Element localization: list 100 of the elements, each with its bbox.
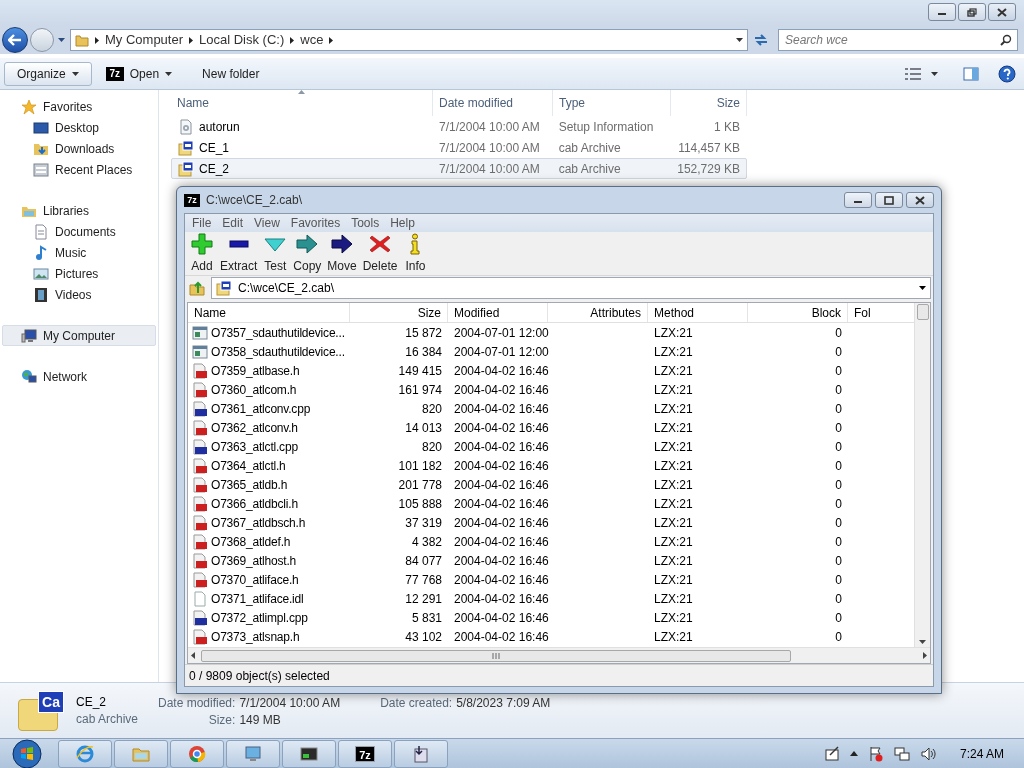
menu-item[interactable]: Help xyxy=(385,214,420,232)
toolbar-button[interactable]: Test xyxy=(260,232,291,275)
column-header[interactable]: Type xyxy=(553,90,671,116)
sort-arrow-icon xyxy=(298,90,305,94)
breadcrumb-item[interactable]: wce xyxy=(300,30,324,50)
toolbar-button[interactable]: Info xyxy=(400,232,431,275)
column-header[interactable]: Block xyxy=(748,303,848,322)
nav-group-item[interactable]: Libraries xyxy=(2,200,156,221)
nav-item[interactable]: Pictures xyxy=(2,263,156,284)
menu-item[interactable]: Favorites xyxy=(285,214,346,232)
horizontal-scrollbar[interactable] xyxy=(188,647,930,663)
arrow-right-icon xyxy=(330,232,355,255)
file-name: O7369_atlhost.h xyxy=(211,552,297,570)
menu-item[interactable]: Edit xyxy=(217,214,249,232)
toolbar-button[interactable]: Delete xyxy=(359,232,401,275)
scroll-thumb[interactable] xyxy=(201,649,791,662)
dropdown-caret-icon xyxy=(736,38,743,42)
help-icon xyxy=(998,64,1016,83)
file-name: O7366_atldbcli.h xyxy=(211,495,298,513)
close-button[interactable] xyxy=(988,3,1016,21)
column-header[interactable]: Method xyxy=(648,303,748,322)
back-button[interactable] xyxy=(2,27,28,53)
menu-item[interactable]: View xyxy=(249,214,285,232)
nav-item[interactable]: Desktop xyxy=(2,117,156,138)
breadcrumb-item[interactable]: My Computer xyxy=(105,30,184,50)
file-row[interactable]: CE_1 7/1/2004 10:00 AM cab Archive 114,457 KB xyxy=(171,137,747,158)
address-bar[interactable]: My Computer Local Disk (C:) wce xyxy=(70,29,748,51)
file-row[interactable]: CE_2 7/1/2004 10:00 AM cab Archive 152,729 KB xyxy=(171,158,747,179)
minimize-button[interactable] xyxy=(844,192,872,208)
restore-button[interactable] xyxy=(958,3,986,21)
taskbar-button[interactable]: 7z xyxy=(338,739,392,768)
column-header[interactable]: Name xyxy=(188,303,350,322)
status-text: 0 / 9809 object(s) selected xyxy=(189,667,330,685)
breadcrumb-item[interactable]: Local Disk (C:) xyxy=(199,30,285,50)
modified-cell-text: 2004-04-02 16:46 xyxy=(453,609,548,627)
nav-group-item[interactable]: Favorites xyxy=(2,96,156,117)
scroll-right-icon[interactable] xyxy=(923,652,927,659)
size-cell-text: 15 872 xyxy=(404,324,443,342)
network-status-icon xyxy=(893,745,910,762)
file-name: O7370_atliface.h xyxy=(211,571,299,589)
nav-item[interactable]: Recent Places xyxy=(2,159,156,180)
path-field[interactable]: C:\wce\CE_2.cab\ xyxy=(211,277,931,299)
close-button[interactable] xyxy=(906,192,934,208)
modified-cell-text: 2004-04-02 16:46 xyxy=(453,495,548,513)
toolbar-button[interactable]: Copy xyxy=(290,232,325,275)
column-header[interactable]: Attributes xyxy=(548,303,648,322)
scroll-down-icon[interactable] xyxy=(919,640,926,644)
file-name: O7368_atldef.h xyxy=(211,533,291,551)
nav-item[interactable]: Downloads xyxy=(2,138,156,159)
toolbar-button[interactable]: Add xyxy=(187,232,217,275)
open-menu[interactable]: 7z Open xyxy=(95,61,183,86)
size-cell-text: 114,457 KB xyxy=(677,139,741,157)
recent-places-icon xyxy=(33,161,49,178)
vertical-scrollbar[interactable] xyxy=(914,303,930,647)
header-file-icon xyxy=(192,476,208,493)
block-cell-text: 0 xyxy=(834,438,843,456)
chevron-right-icon xyxy=(329,36,334,44)
header-file-icon xyxy=(192,381,208,398)
toolbar-button[interactable]: Move xyxy=(324,232,360,275)
file-row[interactable]: autorun 7/1/2004 10:00 AM Setup Information 1 KB xyxy=(171,116,747,137)
file-name: O7360_atlcom.h xyxy=(211,381,297,399)
size-cell-text: 152,729 KB xyxy=(676,160,741,178)
nav-item[interactable]: Documents xyxy=(2,221,156,242)
method-cell-text: LZX:21 xyxy=(653,533,694,551)
column-header[interactable]: Size xyxy=(350,303,448,322)
scroll-thumb[interactable] xyxy=(916,304,929,320)
method-cell-text: LZX:21 xyxy=(653,400,694,418)
taskbar-button[interactable] xyxy=(282,739,336,768)
new-folder-button[interactable]: New folder xyxy=(186,61,276,86)
plus-icon xyxy=(190,232,214,255)
chevron-right-icon xyxy=(95,36,99,44)
toolbar-button[interactable]: Extract xyxy=(217,232,261,275)
scroll-left-icon[interactable] xyxy=(191,652,195,659)
modified-cell-text: 2004-04-02 16:46 xyxy=(453,438,548,456)
minimize-button[interactable] xyxy=(928,3,956,21)
header-file-icon xyxy=(192,552,208,569)
menu-item[interactable]: File xyxy=(187,214,217,232)
organize-menu[interactable]: Organize xyxy=(4,61,92,86)
search-field[interactable]: Search wce xyxy=(778,29,1018,51)
size-cell-text: 84 077 xyxy=(404,552,443,570)
header-file-icon xyxy=(192,362,208,379)
block-cell-text: 0 xyxy=(834,457,843,475)
nav-item[interactable]: Music xyxy=(2,242,156,263)
size-cell-text: 149 415 xyxy=(397,362,443,380)
block-cell-text: 0 xyxy=(834,514,843,532)
caret-icon xyxy=(71,71,79,76)
modified-cell-text: 2004-04-02 16:46 xyxy=(453,476,548,494)
nav-item[interactable]: Videos xyxy=(2,284,156,305)
film-icon xyxy=(33,286,49,303)
window-title: C:\wce\CE_2.cab\ xyxy=(206,192,303,209)
block-cell-text: 0 xyxy=(834,609,843,627)
column-header[interactable]: Date modified xyxy=(433,90,553,116)
column-header[interactable]: Modified xyxy=(448,303,548,322)
file-name: O7362_atlconv.h xyxy=(211,419,298,437)
column-header[interactable]: Size xyxy=(671,90,747,116)
maximize-button[interactable] xyxy=(875,192,903,208)
nav-group-item[interactable]: My Computer xyxy=(2,325,156,346)
file-name: O7371_atliface.idl xyxy=(211,590,304,608)
nav-group-item[interactable]: Network xyxy=(2,366,156,387)
menu-item[interactable]: Tools xyxy=(346,214,385,232)
